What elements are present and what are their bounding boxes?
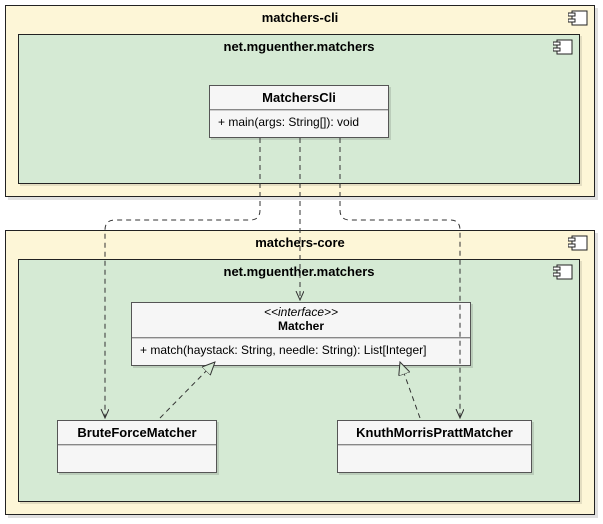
- package-title-core: net.mguenther.matchers: [19, 260, 579, 285]
- component-icon: [553, 264, 573, 283]
- class-matcherscli: MatchersCli + main(args: String[]): void: [209, 85, 389, 138]
- class-body-bfm: [58, 445, 216, 472]
- package-core: net.mguenther.matchers <<interface>> Mat…: [18, 259, 580, 502]
- package-title-cli: net.mguenther.matchers: [19, 35, 579, 60]
- module-matchers-core: matchers-core net.mguenther.matchers <<i…: [5, 230, 595, 515]
- class-kmpmatcher: KnuthMorrisPrattMatcher: [337, 420, 532, 473]
- class-op-matcherscli: + main(args: String[]): void: [210, 110, 388, 137]
- class-body-kmp: [338, 445, 531, 472]
- package-cli: net.mguenther.matchers MatchersCli + mai…: [18, 34, 580, 184]
- module-title-core: matchers-core: [6, 231, 594, 256]
- class-name-bfm: BruteForceMatcher: [58, 421, 216, 445]
- component-icon: [568, 10, 588, 29]
- module-title-cli: matchers-cli: [6, 6, 594, 31]
- interface-head-matcher: <<interface>> Matcher: [132, 303, 470, 338]
- component-icon: [553, 39, 573, 58]
- module-matchers-cli: matchers-cli net.mguenther.matchers Matc…: [5, 5, 595, 197]
- interface-op: + match(haystack: String, needle: String…: [132, 338, 470, 365]
- class-name-kmp: KnuthMorrisPrattMatcher: [338, 421, 531, 445]
- interface-name: Matcher: [140, 319, 462, 333]
- interface-matcher: <<interface>> Matcher + match(haystack: …: [131, 302, 471, 366]
- class-bruteforcematcher: BruteForceMatcher: [57, 420, 217, 473]
- class-name-matcherscli: MatchersCli: [210, 86, 388, 110]
- interface-stereo: <<interface>>: [140, 305, 462, 319]
- component-icon: [568, 235, 588, 254]
